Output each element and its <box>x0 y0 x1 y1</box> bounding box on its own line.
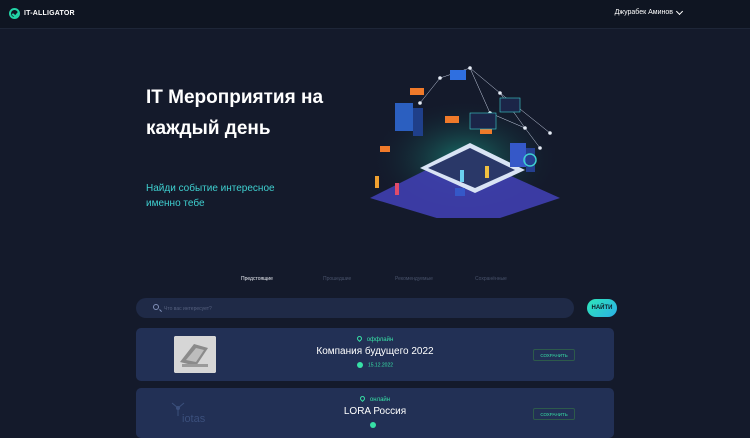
event-date <box>136 422 614 428</box>
tab-recommended[interactable]: Рекомендуемые <box>395 276 433 282</box>
tab-upcoming[interactable]: Предстоящие <box>241 276 273 282</box>
save-button[interactable]: СОХРАНИТЬ <box>533 349 575 361</box>
hero-title: IT Мероприятия на каждый день <box>146 87 324 139</box>
event-format-text: онлайн <box>369 397 391 403</box>
event-date: 15.12.2022 <box>136 362 614 368</box>
top-nav: IT-ALLIGATOR Джурабек Аминов <box>0 0 750 29</box>
search-icon <box>153 304 159 310</box>
logo-text: IT-ALLIGATOR <box>24 10 75 17</box>
clock-icon <box>356 362 363 368</box>
tab-past[interactable]: Прошедшие <box>323 276 351 282</box>
event-card[interactable]: iotas онлайн LORA Россия СОХРАНИТЬ <box>136 388 614 438</box>
tab-saved[interactable]: Сохранённые <box>475 276 507 282</box>
chevron-down-icon <box>675 7 684 16</box>
user-name: Джурабек Аминов <box>614 9 673 16</box>
event-format-text: оффлайн <box>366 337 394 343</box>
save-button[interactable]: СОХРАНИТЬ <box>533 408 575 420</box>
logo[interactable]: IT-ALLIGATOR <box>9 8 75 19</box>
search-button[interactable]: НАЙТИ <box>587 299 617 317</box>
clock-icon <box>369 422 376 428</box>
user-menu[interactable]: Джурабек Аминов <box>614 7 684 16</box>
logo-icon <box>9 8 20 19</box>
event-date-text: 15.12.2022 <box>367 362 394 369</box>
isometric-illustration <box>370 66 560 218</box>
event-format: онлайн <box>136 394 614 403</box>
event-format: оффлайн <box>136 334 614 343</box>
location-pin-icon <box>358 394 366 403</box>
location-pin-icon <box>355 334 363 343</box>
search-bar <box>136 298 574 318</box>
search-input[interactable] <box>162 302 546 316</box>
hero-subtitle: Найди событие интересное именно тебе <box>146 183 275 209</box>
event-card[interactable]: оффлайн Компания будущего 2022 15.12.202… <box>136 328 614 381</box>
